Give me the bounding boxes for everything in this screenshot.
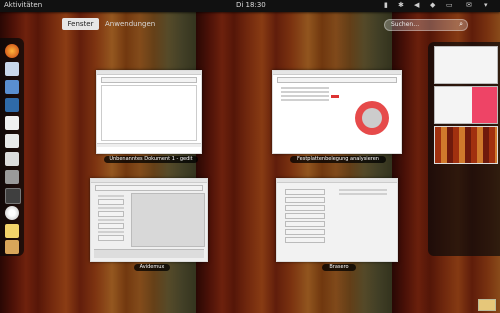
impress-icon[interactable] xyxy=(5,152,19,166)
window-menubar xyxy=(97,71,201,75)
tab-windows[interactable]: Fenster xyxy=(62,18,99,30)
writer-icon[interactable] xyxy=(5,116,19,130)
statusbar xyxy=(97,143,201,147)
workspace-3[interactable] xyxy=(434,126,498,164)
network-icon[interactable]: ◆ xyxy=(430,1,435,9)
help-icon[interactable] xyxy=(5,206,19,220)
ring-chart xyxy=(355,101,389,135)
message-tray-icon[interactable] xyxy=(478,299,496,311)
workspace-2[interactable] xyxy=(434,86,498,124)
window-toolbar xyxy=(95,185,203,191)
user-menu-icon[interactable]: ▾ xyxy=(484,1,488,9)
window-toolbar xyxy=(277,77,397,83)
window-title: Unbenanntes Dokument 1 - gedit xyxy=(104,156,198,163)
empathy-icon[interactable] xyxy=(5,80,19,94)
window-title: Brasero xyxy=(322,264,356,271)
top-panel: Aktivitäten Di 18:30 ▮ ✱ ◀ ◆ ▭ ✉ ▾ xyxy=(0,0,500,12)
search-input[interactable]: Suchen… ⌕ xyxy=(384,19,468,31)
calc-icon[interactable] xyxy=(5,134,19,148)
volume-icon[interactable]: ◀ xyxy=(414,1,419,9)
overview-shade xyxy=(0,0,500,313)
shotwell-icon[interactable] xyxy=(5,170,19,184)
firefox-icon[interactable] xyxy=(5,44,19,58)
text-editor-area xyxy=(101,85,197,141)
folder-icon[interactable] xyxy=(5,240,19,254)
indicator-icon[interactable]: ▮ xyxy=(384,1,388,9)
search-placeholder: Suchen… xyxy=(391,21,420,28)
timeline[interactable] xyxy=(94,249,204,258)
window-disk-usage[interactable] xyxy=(272,70,402,154)
notes-icon[interactable] xyxy=(5,224,19,238)
workspace-1[interactable] xyxy=(434,46,498,84)
rhythmbox-icon[interactable] xyxy=(5,98,19,112)
bluetooth-icon[interactable]: ✱ xyxy=(398,1,404,9)
activities-button[interactable]: Aktivitäten xyxy=(4,1,42,9)
window-title: Festplattenbelegung analysieren xyxy=(290,156,386,163)
chat-icon[interactable]: ✉ xyxy=(466,1,472,9)
window-title: Avidemux xyxy=(134,264,170,271)
tab-applications[interactable]: Anwendungen xyxy=(105,18,155,30)
window-menubar xyxy=(91,179,207,183)
video-preview xyxy=(131,193,205,247)
usage-bar xyxy=(331,95,339,98)
window-toolbar xyxy=(101,77,197,83)
clock[interactable]: Di 18:30 xyxy=(236,1,266,9)
dash xyxy=(0,38,24,256)
evolution-icon[interactable] xyxy=(5,62,19,76)
battery-icon[interactable]: ▭ xyxy=(446,1,453,9)
workspace-switcher xyxy=(428,42,500,256)
window-gedit[interactable] xyxy=(96,70,202,154)
software-center-icon[interactable] xyxy=(5,188,21,204)
window-menubar xyxy=(273,71,401,75)
search-icon: ⌕ xyxy=(459,20,463,28)
window-menubar xyxy=(277,179,397,183)
window-avidemux[interactable] xyxy=(90,178,208,262)
window-brasero[interactable] xyxy=(276,178,398,262)
